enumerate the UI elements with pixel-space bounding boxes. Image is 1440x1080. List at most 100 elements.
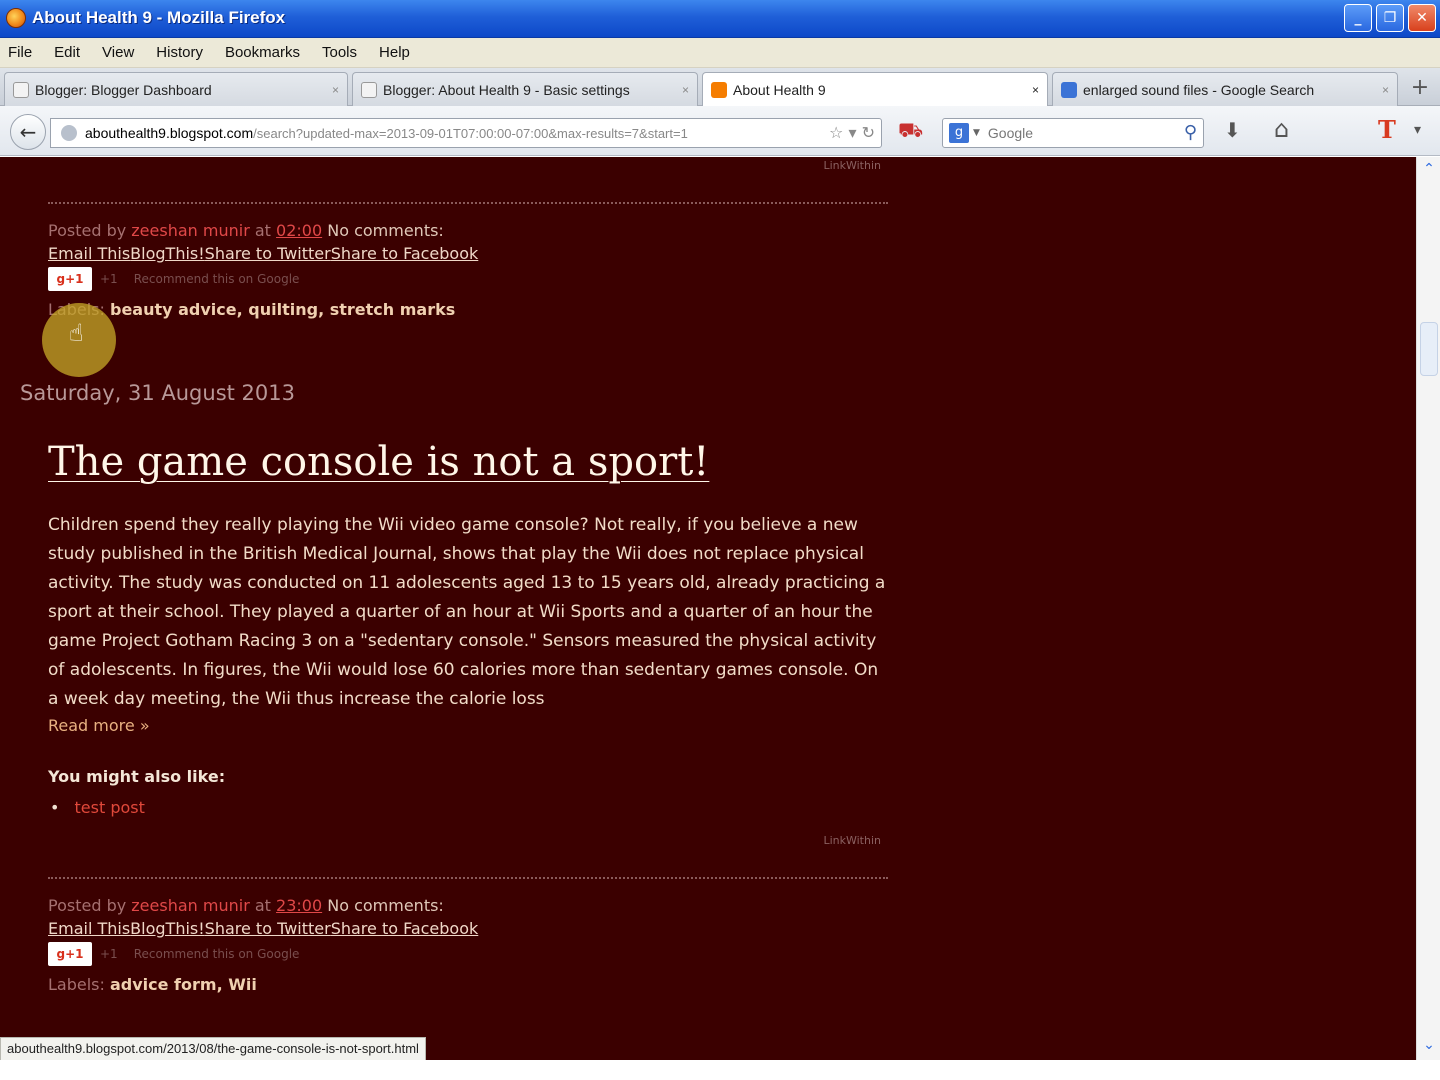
test-post-link[interactable]: test post — [75, 798, 145, 817]
tab-close-icon[interactable]: × — [682, 83, 689, 97]
post-time-link[interactable]: 23:00 — [276, 896, 322, 915]
recommend-text: Recommend this on Google — [133, 947, 300, 961]
site-identity-icon[interactable] — [61, 125, 77, 141]
post-meta: Posted by zeeshan munir at 23:00 No comm… — [48, 896, 444, 915]
post-divider — [48, 202, 888, 204]
posted-by-text: Posted by — [48, 221, 127, 240]
window-bottom-edge — [0, 1060, 1440, 1080]
at-text: at — [254, 896, 271, 915]
share-twitter-link[interactable]: Share to Twitter — [205, 919, 331, 938]
also-like-item: • test post — [50, 798, 145, 817]
bookmark-star-reload-icons[interactable]: ☆ ▾ ↻ — [825, 123, 875, 142]
download-icon[interactable]: ⬇ — [1224, 118, 1241, 142]
page-content: LinkWithin Posted by zeeshan munir at 02… — [0, 157, 1416, 1060]
blogthis-link[interactable]: BlogThis! — [130, 919, 204, 938]
navigation-bar: ← abouthealth9.blogspot.com /search?upda… — [0, 106, 1440, 156]
tab-google-search[interactable]: enlarged sound files - Google Search × — [1052, 72, 1398, 106]
linkwithin-link[interactable]: LinkWithin — [823, 834, 881, 847]
url-path: /search?updated-max=2013-09-01T07:00:00-… — [253, 125, 688, 141]
share-links: Email ThisBlogThis!Share to TwitterShare… — [48, 244, 478, 263]
plusone-count: +1 — [100, 272, 118, 286]
share-facebook-link[interactable]: Share to Facebook — [331, 244, 479, 263]
plusone-row: g+1 +1 Recommend this on Google — [48, 267, 299, 291]
chevron-down-icon[interactable]: ▼ — [973, 128, 980, 138]
tab-strip: Blogger: Blogger Dashboard × Blogger: Ab… — [0, 68, 1440, 107]
email-this-link[interactable]: Email This — [48, 244, 130, 263]
plusone-row: g+1 +1 Recommend this on Google — [48, 942, 299, 966]
firefox-logo-icon — [6, 8, 26, 28]
menu-history[interactable]: History — [156, 44, 203, 61]
labels-line: Labels: advice form, Wii — [48, 975, 257, 994]
blogger-icon — [711, 82, 727, 98]
tab-label: Blogger: Blogger Dashboard — [35, 81, 212, 98]
url-domain: abouthealth9.blogspot.com — [85, 125, 254, 141]
at-text: at — [254, 221, 271, 240]
also-like-heading: You might also like: — [48, 767, 226, 786]
blogthis-link[interactable]: BlogThis! — [130, 244, 204, 263]
addon-icon[interactable]: ⛟ — [898, 118, 923, 145]
minimize-button[interactable]: _ — [1344, 4, 1372, 32]
label-links[interactable]: beauty advice, quilting, stretch marks — [110, 300, 455, 319]
plusone-count: +1 — [100, 947, 118, 961]
blank-page-icon — [13, 81, 29, 98]
google-icon — [1061, 81, 1077, 98]
date-header: Saturday, 31 August 2013 — [20, 381, 295, 405]
chevron-down-icon[interactable]: ▾ — [1414, 122, 1421, 138]
vertical-scrollbar[interactable]: ⌃ ⌄ — [1416, 157, 1440, 1060]
share-links: Email ThisBlogThis!Share to TwitterShare… — [48, 919, 478, 938]
post-title-link[interactable]: The game console is not a sport! — [48, 439, 709, 485]
tab-about-health[interactable]: About Health 9 × — [702, 72, 1048, 107]
search-icon[interactable]: ⚲ — [1184, 122, 1197, 143]
menu-help[interactable]: Help — [379, 44, 410, 61]
menu-bar: File Edit View History Bookmarks Tools H… — [0, 38, 1440, 68]
tab-close-icon[interactable]: × — [1382, 83, 1389, 97]
menu-edit[interactable]: Edit — [54, 44, 80, 61]
share-twitter-link[interactable]: Share to Twitter — [205, 244, 331, 263]
back-button[interactable]: ← — [10, 114, 46, 150]
recommend-text: Recommend this on Google — [133, 272, 300, 286]
scrollbar-thumb[interactable] — [1420, 322, 1438, 376]
tab-close-icon[interactable]: × — [332, 83, 339, 97]
scroll-up-icon[interactable]: ⌃ — [1420, 161, 1438, 179]
new-tab-button[interactable]: + — [1404, 74, 1436, 104]
linkwithin-link[interactable]: LinkWithin — [823, 159, 881, 172]
google-engine-icon[interactable]: g — [949, 123, 969, 143]
tab-label: About Health 9 — [733, 82, 826, 98]
author-link[interactable]: zeeshan munir — [131, 896, 249, 915]
post-divider — [48, 877, 888, 879]
tab-blogger-dashboard[interactable]: Blogger: Blogger Dashboard × — [4, 72, 348, 106]
comments-link[interactable]: No comments: — [327, 221, 444, 240]
google-plus-one-button[interactable]: g+1 — [48, 942, 92, 966]
tab-basic-settings[interactable]: Blogger: About Health 9 - Basic settings… — [352, 72, 698, 106]
window-titlebar: About Health 9 - Mozilla Firefox _ ❐ ✕ — [0, 0, 1440, 38]
scroll-down-icon[interactable]: ⌄ — [1420, 1037, 1438, 1055]
home-icon[interactable]: ⌂ — [1274, 115, 1289, 143]
tab-label: enlarged sound files - Google Search — [1083, 81, 1315, 98]
toolbar-t-icon[interactable]: T — [1378, 115, 1396, 144]
email-this-link[interactable]: Email This — [48, 919, 130, 938]
window-title: About Health 9 - Mozilla Firefox — [32, 8, 286, 27]
menu-bookmarks[interactable]: Bookmarks — [225, 44, 300, 61]
comments-link[interactable]: No comments: — [327, 896, 444, 915]
author-link[interactable]: zeeshan munir — [131, 221, 249, 240]
post-time-link[interactable]: 02:00 — [276, 221, 322, 240]
search-bar[interactable]: g ▼ Google ⚲ — [942, 118, 1204, 148]
url-bar[interactable]: abouthealth9.blogspot.com /search?update… — [50, 118, 882, 148]
search-input[interactable]: Google — [988, 125, 1033, 141]
label-links[interactable]: advice form, Wii — [110, 975, 257, 994]
blank-page-icon — [361, 81, 377, 98]
post-body: Children spend they really playing the W… — [48, 515, 886, 709]
menu-tools[interactable]: Tools — [322, 44, 357, 61]
maximize-button[interactable]: ❐ — [1376, 4, 1404, 32]
hand-cursor-icon: ☝ — [69, 319, 84, 347]
close-window-button[interactable]: ✕ — [1408, 4, 1436, 32]
tab-label: Blogger: About Health 9 - Basic settings — [383, 81, 630, 98]
tab-close-icon[interactable]: × — [1032, 83, 1039, 97]
share-facebook-link[interactable]: Share to Facebook — [331, 919, 479, 938]
bullet: • — [50, 798, 60, 817]
post-meta: Posted by zeeshan munir at 02:00 No comm… — [48, 221, 444, 240]
read-more-link[interactable]: Read more » — [48, 716, 150, 735]
menu-file[interactable]: File — [8, 44, 32, 61]
menu-view[interactable]: View — [102, 44, 134, 61]
google-plus-one-button[interactable]: g+1 — [48, 267, 92, 291]
